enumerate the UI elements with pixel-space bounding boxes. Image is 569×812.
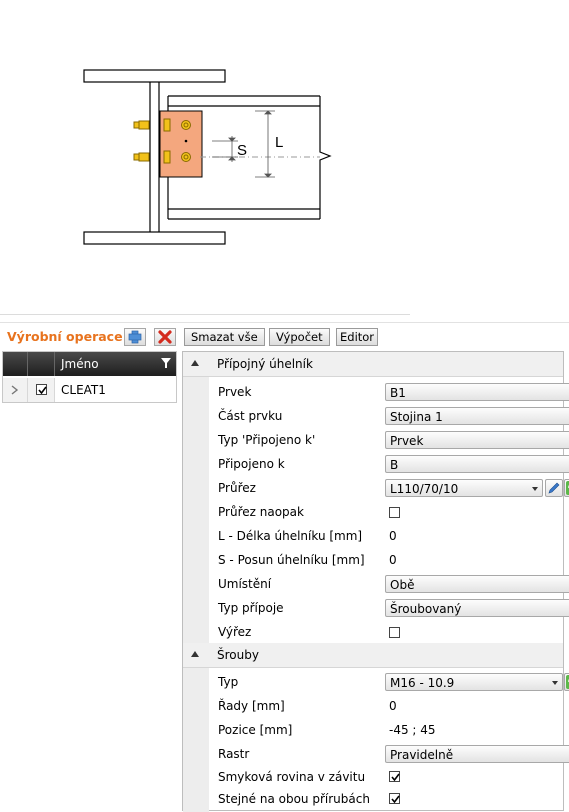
cast-prvku-select[interactable]: Stojina 1 [385,407,569,425]
collapse-icon[interactable] [191,651,199,657]
bolt-head [181,152,191,162]
rastr-select[interactable]: Pravidelně [385,745,569,763]
grid-header: Jméno [3,352,176,376]
prop-prurez: Průřez L110/70/10 [209,476,569,500]
dimension-l-label: L [275,134,283,151]
row-name: CLEAT1 [61,383,106,397]
prop-cast-prvku: Část prvku Stojina 1 [209,404,569,428]
divider [0,322,569,323]
prop-rastr: Rastr Pravidelně [209,742,569,766]
refresh-bolt-button[interactable] [564,673,569,691]
prop-delka: L - Délka úhelníku [mm] 0 [218,529,397,543]
operations-grid: Jméno CLEAT1 [2,351,177,403]
collapse-icon[interactable] [191,360,199,366]
bolt-head [181,120,191,130]
delete-button[interactable] [154,328,176,346]
prop-pozice: Pozice [mm] -45 ; 45 [218,723,436,737]
edit-section-button[interactable] [545,479,563,497]
refresh-icon [566,675,569,689]
drawing-canvas: S L [0,0,569,322]
property-panel: Přípojný úhelník Prvek B1 Část prvku Sto… [182,351,569,812]
filter-icon[interactable] [161,357,171,369]
column-bottom-flange [83,231,226,245]
prvek-select[interactable]: B1 [385,383,569,401]
divider [0,314,410,315]
prop-smykova: Smyková rovina v závitu [209,765,563,789]
section-bolts[interactable]: Šrouby [183,643,563,668]
umisteni-select[interactable]: Obě [385,575,569,593]
vyrez-checkbox[interactable] [389,627,400,638]
prop-posun: S - Posun úhelníku [mm] 0 [218,553,397,567]
bolt-shank [138,152,150,162]
column-top-flange [83,69,226,83]
table-row[interactable]: CLEAT1 [3,378,176,402]
section-cleat[interactable]: Přípojný úhelník [183,352,563,377]
prop-typ-pripoje: Typ přípoje Šroubovaný [209,596,569,620]
pozice-input[interactable]: -45 ; 45 [389,723,436,737]
prop-umisteni: Umístění Obě [209,572,569,596]
column-header-name[interactable]: Jméno [61,357,99,371]
bolt-shank [138,120,150,130]
prurez-naopak-checkbox[interactable] [389,507,400,518]
editor-button[interactable]: Editor [336,328,379,346]
typ-pripojeno-select[interactable]: Prvek [385,431,569,449]
connection-drawing: S L [83,69,332,245]
operations-title: Výrobní operace [7,329,123,344]
plus-icon [128,330,142,344]
prop-prvek: Prvek B1 [209,380,569,404]
delete-x-icon [158,330,172,344]
calculate-button[interactable]: Výpočet [269,328,330,346]
add-button[interactable] [124,328,146,346]
check-icon [38,386,47,395]
rady-input[interactable]: 0 [389,699,397,713]
stejne-checkbox[interactable] [389,793,400,804]
prop-rady: Řady [mm] 0 [218,699,397,713]
dimension-s-label: S [237,142,247,159]
posun-input[interactable]: 0 [389,553,397,567]
delete-all-button[interactable]: Smazat vše [184,328,265,346]
typ-pripoje-select[interactable]: Šroubovaný [385,599,569,617]
check-icon [391,773,400,782]
prop-typ-sroubu: Typ M16 - 10.9 [209,670,569,694]
prop-pripojeno-k: Připojeno k B [209,452,569,476]
beam-break [319,96,332,219]
pripojeno-k-select[interactable]: B [385,455,569,473]
chevron-down-icon [532,487,538,491]
operations-toolbar: Výrobní operace Smazat vše Výpočet Edito… [0,324,569,350]
prop-stejne: Stejné na obou přírubách [209,787,563,811]
row-checkbox[interactable] [36,384,47,395]
row-expand-icon[interactable] [3,378,27,402]
prop-prurez-naopak: Průřez naopak [209,500,563,524]
prop-typ-pripojeno: Typ 'Připojeno k' Prvek [209,428,569,452]
refresh-section-button[interactable] [564,479,569,497]
prurez-select[interactable]: L110/70/10 [385,479,543,497]
prop-vyrez: Výřez [209,620,563,644]
typ-sroubu-select[interactable]: M16 - 10.9 [385,673,563,691]
pencil-icon [548,482,560,494]
chevron-down-icon [552,681,558,685]
check-icon [391,795,400,804]
refresh-icon [566,481,569,495]
smykova-checkbox[interactable] [389,771,400,782]
delka-input[interactable]: 0 [389,529,397,543]
